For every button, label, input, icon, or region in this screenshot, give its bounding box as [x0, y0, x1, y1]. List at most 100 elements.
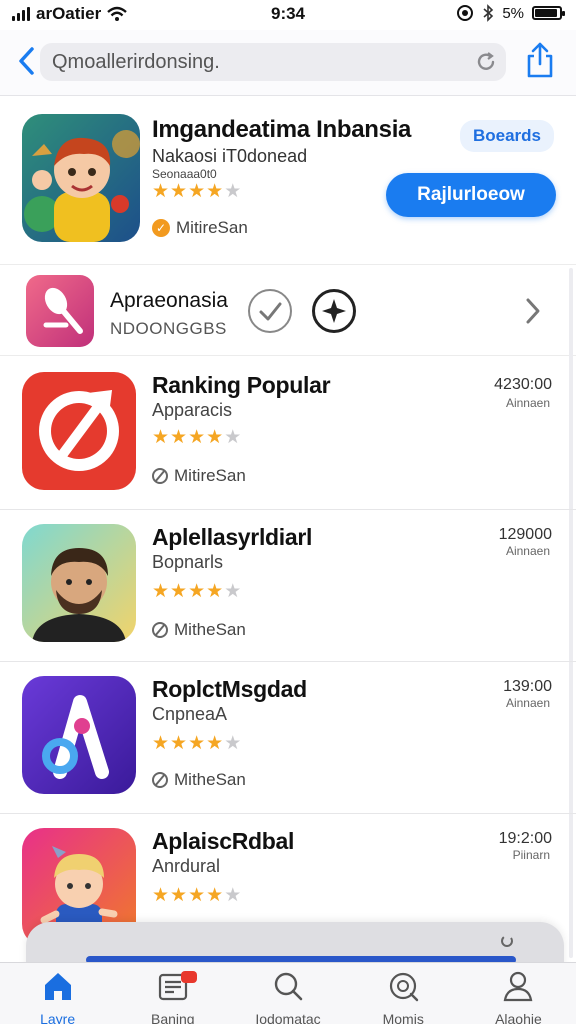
app-meta-label: MitheSan [174, 770, 246, 789]
app-icon-ranking[interactable] [22, 372, 136, 490]
tab-label: Layre [40, 1011, 76, 1024]
app-meta: MitireSan [152, 466, 246, 486]
app-unit: Piinarn [512, 848, 550, 862]
app-unit: Ainnaen [505, 544, 550, 558]
app-unit: Ainnaen [505, 696, 550, 710]
star-icon: ★ [188, 581, 206, 602]
star-icon: ★ [170, 885, 188, 906]
tab-label: Alaohie [495, 1011, 542, 1024]
featured-app-icon[interactable] [22, 114, 140, 242]
home-icon [44, 973, 71, 1000]
sparkle-circle-icon[interactable] [312, 289, 356, 333]
app-time: 4230:00 [494, 376, 552, 393]
featured-subtitle: Nakaosi iT0donead [152, 146, 308, 166]
get-app-button[interactable]: Rajlurloeow [386, 173, 556, 217]
refresh-icon[interactable] [474, 50, 498, 74]
list-item[interactable]: RoplctMsgdad CnpneaA ★ ★ ★ ★ ★ MitheSan 139:… [0, 662, 576, 814]
star-icon: ★ [152, 581, 170, 602]
secondary-title: Apraeonasia [110, 289, 228, 312]
check-circle-icon[interactable] [248, 289, 292, 333]
discover-icon [390, 972, 419, 1002]
app-title: Ranking Popular [152, 372, 331, 398]
tab-bar: Layre Baning Iodomatac Momis Alaohie [0, 962, 576, 1024]
tab-search[interactable]: Iodomatac [230, 963, 345, 1024]
notification-badge [181, 971, 198, 983]
tab-label: Baning [151, 1011, 195, 1024]
share-icon[interactable] [524, 40, 556, 80]
app-subtitle: Bopnarls [152, 552, 224, 572]
battery-percent: 5% [502, 4, 524, 22]
search-icon [274, 972, 303, 1001]
app-rating: ★ ★ ★ ★ ★ [152, 582, 241, 601]
star-icon: ★ [224, 181, 242, 202]
app-subtitle: CnpneaA [152, 704, 228, 724]
app-rating: ★ ★ ★ ★ ★ [152, 428, 241, 447]
secondary-app-row[interactable]: Apraeonasia NDOONGGBS [0, 264, 576, 356]
app-icon-avatar[interactable] [22, 524, 136, 642]
app-time: 139:00 [503, 678, 552, 695]
featured-title: Imgandeatima Inbansia [152, 116, 412, 143]
tab-profile[interactable]: Alaohie [461, 963, 576, 1024]
search-box[interactable] [40, 43, 506, 81]
star-icon: ★ [188, 885, 206, 906]
app-unit: Ainnaen [505, 396, 550, 410]
star-icon: ★ [206, 581, 224, 602]
app-time: 129000 [498, 526, 552, 543]
chevron-left-icon[interactable] [14, 44, 40, 78]
star-icon: ★ [224, 885, 242, 906]
star-icon: ★ [152, 427, 170, 448]
star-icon: ★ [206, 885, 224, 906]
chevron-right-icon[interactable] [522, 295, 544, 327]
featured-rating: ★ ★ ★ ★ ★ [152, 182, 241, 201]
star-icon: ★ [188, 427, 206, 448]
star-icon: ★ [206, 733, 224, 754]
secondary-subtitle: NDOONGGBS [110, 319, 227, 338]
search-input[interactable] [52, 50, 462, 74]
star-icon: ★ [224, 427, 242, 448]
app-meta: MitheSan [152, 620, 246, 640]
battery-fill [535, 9, 557, 17]
star-icon: ★ [170, 581, 188, 602]
star-icon: ★ [170, 427, 188, 448]
blocked-icon [152, 468, 168, 484]
blocked-icon [152, 622, 168, 638]
star-icon: ★ [188, 733, 206, 754]
tab-label: Momis [382, 1011, 424, 1024]
app-rating: ★ ★ ★ ★ ★ [152, 886, 241, 905]
app-title: AplaiscRdbal [152, 828, 295, 854]
app-rating: ★ ★ ★ ★ ★ [152, 734, 241, 753]
app-meta: MitheSan [152, 770, 246, 790]
app-title: RoplctMsgdad [152, 676, 307, 702]
tab-home[interactable]: Layre [0, 963, 115, 1024]
star-icon: ★ [152, 885, 170, 906]
tab-news[interactable]: Baning [115, 963, 230, 1024]
person-icon [504, 971, 533, 1002]
list-item[interactable]: Aplellasyrldiarl Bopnarls ★ ★ ★ ★ ★ MitheSan… [0, 510, 576, 662]
tab-discover[interactable]: Momis [346, 963, 461, 1024]
app-subtitle: Anrdural [152, 856, 221, 876]
star-icon: ★ [152, 733, 170, 754]
featured-meta-label: MitireSan [176, 218, 248, 237]
star-icon: ★ [206, 181, 224, 202]
featured-app-card[interactable]: Imgandeatima Inbansia Nakaosi iT0donead … [0, 100, 576, 258]
featured-meta: ✓ MitireSan [152, 218, 248, 238]
tab-label: Iodomatac [255, 1011, 321, 1024]
lock-rotation-icon [457, 5, 474, 21]
blocked-icon [152, 772, 168, 788]
bluetooth-icon [483, 4, 494, 22]
check-badge-icon: ✓ [152, 219, 170, 237]
featured-small-text: Seonaaa0t0 [152, 167, 217, 181]
search-header [0, 30, 576, 96]
star-icon: ★ [224, 581, 242, 602]
app-meta-label: MitheSan [174, 620, 246, 639]
list-item[interactable]: Ranking Popular Apparacis ★ ★ ★ ★ ★ MitireSa… [0, 358, 576, 510]
loading-icon [501, 935, 513, 947]
app-meta-label: MitireSan [174, 466, 246, 485]
boards-button[interactable]: Boeards [460, 120, 554, 152]
star-icon: ★ [170, 181, 188, 202]
secondary-app-icon[interactable] [26, 275, 94, 347]
app-title: Aplellasyrldiarl [152, 524, 313, 550]
app-icon-letter[interactable] [22, 676, 136, 794]
status-bar: arOatier 9:34 5% [0, 0, 576, 28]
app-time: 19:2:00 [498, 830, 552, 847]
